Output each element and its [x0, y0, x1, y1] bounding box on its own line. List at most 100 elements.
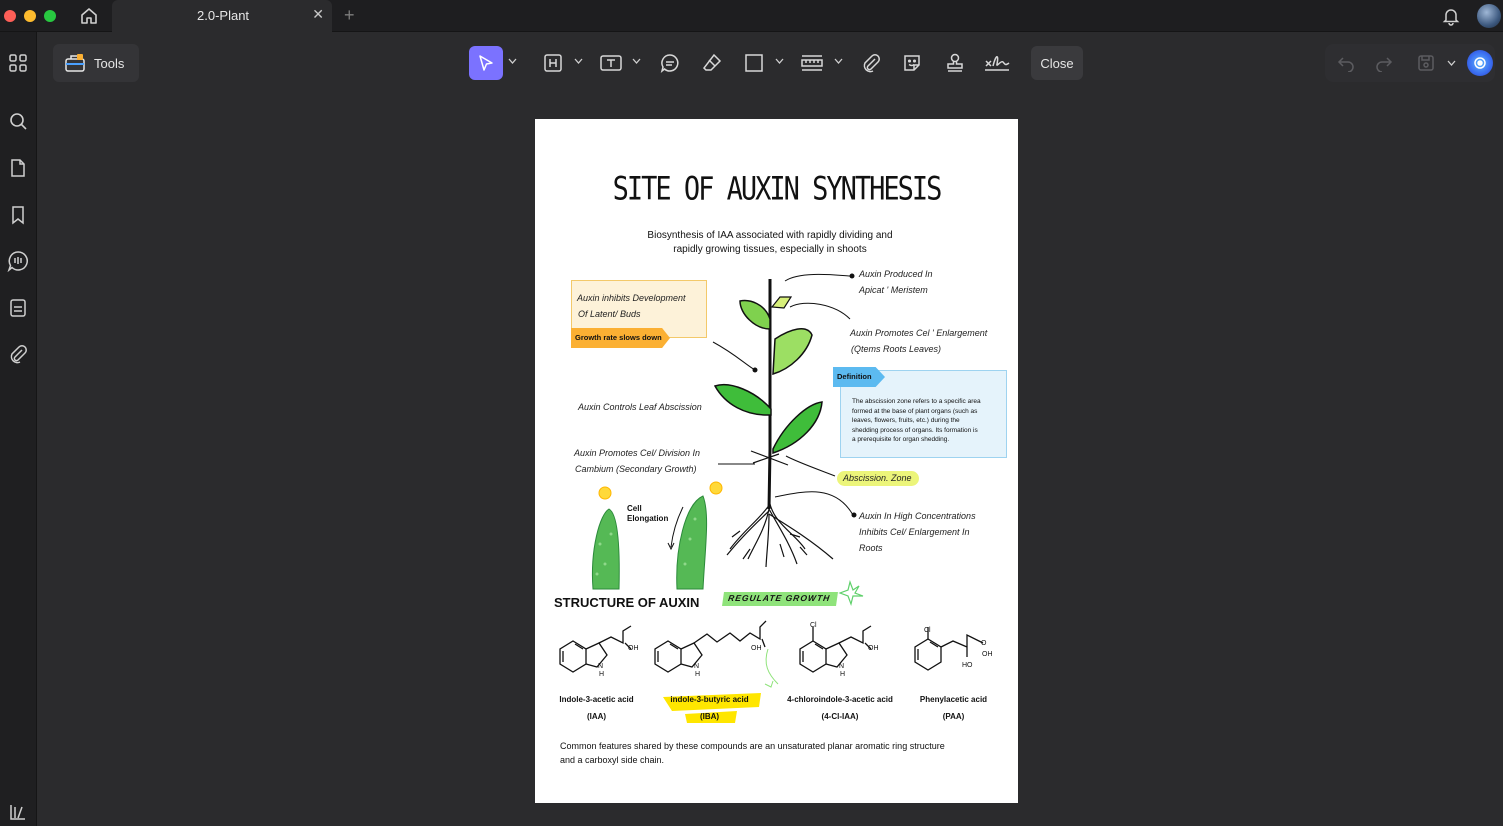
compound-abbr-paa: (PAA) — [942, 712, 965, 721]
chem-label-h-3: H — [840, 671, 846, 678]
select-tool-button[interactable] — [469, 46, 503, 80]
stamp-tool-button[interactable] — [938, 46, 972, 80]
heading-caret-icon[interactable] — [573, 56, 583, 66]
tools-button[interactable]: Tools — [53, 44, 139, 82]
home-icon[interactable] — [79, 6, 99, 26]
eraser-icon — [701, 52, 723, 74]
avatar[interactable] — [1477, 4, 1501, 28]
compound-name-iaa: Indole-3-acetic acid — [559, 695, 634, 704]
chem-label-cl-1: Cl — [810, 622, 817, 629]
measure-caret-icon[interactable] — [833, 56, 843, 66]
comment-icon — [659, 52, 681, 74]
signature-tool-button[interactable] — [980, 46, 1014, 80]
footer-line-2: and a carboxyl side chain. — [560, 755, 665, 765]
ai-assistant-icon[interactable] — [1467, 50, 1493, 76]
rectangle-tool-button[interactable] — [737, 46, 771, 80]
definition-tag-label: Definition — [837, 372, 872, 381]
chem-label-h-2: H — [695, 671, 701, 678]
paperclip-icon — [861, 53, 881, 73]
rectangle-caret-icon[interactable] — [774, 56, 784, 66]
measure-icon — [800, 53, 824, 73]
toolbox-icon — [65, 54, 85, 72]
comment-tool-button[interactable] — [653, 46, 687, 80]
cambium-label-1: Auxin Promotes Cel/ Division In — [574, 448, 701, 458]
chem-label-n-1: N — [598, 663, 604, 670]
undo-icon[interactable] — [1337, 54, 1355, 72]
paperclip-tool-button[interactable] — [854, 46, 888, 80]
form-icon[interactable] — [7, 297, 29, 319]
high-conc-label-1: Auxin In High Concentrations — [859, 511, 976, 521]
apps-grid-icon[interactable] — [7, 52, 29, 74]
chem-label-h-1: H — [599, 671, 605, 678]
heading-tool-button[interactable] — [536, 46, 570, 80]
definition-line-3: leaves, flowers, fruits, etc.) during th… — [852, 417, 960, 424]
produced-label-1: Auxin Produced In — [859, 269, 933, 279]
minimize-window-button[interactable] — [24, 10, 36, 22]
main-toolbar: Tools Close — [37, 32, 1503, 92]
compound-abbr-iaa: (IAA) — [586, 712, 607, 721]
compound-abbr-iba: (IBA) — [699, 712, 720, 721]
tab-title: 2.0-Plant — [197, 8, 250, 23]
zoom-window-button[interactable] — [44, 10, 56, 22]
chem-label-oh-3: OH — [868, 645, 879, 652]
definition-tag: Definition — [833, 367, 885, 387]
select-caret-icon[interactable] — [507, 56, 517, 66]
bell-icon[interactable] — [1441, 6, 1461, 26]
stamp-icon — [944, 52, 966, 74]
chem-label-ho: HO — [962, 662, 973, 669]
bookmark-icon[interactable] — [7, 204, 29, 226]
definition-line-1: The abscission zone refers to a specific… — [852, 398, 981, 405]
text-box-icon — [599, 53, 623, 73]
compound-abbr-4cl-iaa: (4-Cl-IAA) — [821, 712, 859, 721]
cell-label-1: Cell — [627, 504, 642, 513]
cambium-label-2: Cambium (Secondary Growth) — [575, 464, 697, 474]
close-window-button[interactable] — [4, 10, 16, 22]
definition-line-2: formed at the base of plant organs (such… — [852, 407, 978, 415]
title-bar: 2.0-Plant ✕ + — [0, 0, 1503, 32]
chem-label-oh-1: OH — [628, 645, 639, 652]
compound-name-iba: indole-3-butyric acid — [670, 695, 749, 704]
abscission-control-label: Auxin Controls Leaf Abscission — [578, 402, 702, 412]
pdf-page[interactable]: SITE OF AUXIN SYNTHESIS Biosynthesis of … — [535, 119, 1018, 803]
tools-label: Tools — [94, 55, 125, 71]
page-icon[interactable] — [7, 157, 29, 179]
eraser-tool-button[interactable] — [695, 46, 729, 80]
promotes-label-2: (Qtems Roots Leaves) — [851, 344, 942, 354]
chem-label-oh-2: OH — [751, 645, 762, 652]
close-tools-button[interactable]: Close — [1031, 46, 1083, 80]
chem-label-n-3: N — [839, 663, 845, 670]
compound-name-paa: Phenylacetic acid — [919, 695, 988, 704]
footer-line-1: Common features shared by these compound… — [560, 741, 945, 751]
text-box-caret-icon[interactable] — [631, 56, 641, 66]
chem-label-oh-4: OH — [982, 651, 993, 658]
chemical-structures — [559, 620, 984, 673]
regulate-growth-label: REGULATE GROWTH — [727, 593, 832, 603]
document-tab[interactable]: 2.0-Plant ✕ — [112, 0, 332, 32]
save-icon[interactable] — [1417, 54, 1435, 72]
redo-icon[interactable] — [1375, 54, 1393, 72]
high-conc-label-2: Inhibits Cel/ Enlargement In — [859, 527, 970, 537]
sticker-tool-button[interactable] — [895, 46, 929, 80]
history-group — [1325, 44, 1495, 82]
regulate-growth-tag: REGULATE GROWTH — [722, 592, 838, 606]
rectangle-icon — [744, 53, 764, 73]
definition-line-5: a prerequisite for organ shedding. — [852, 436, 950, 443]
promotes-label-1: Auxin Promotes Cel ' Enlargement — [850, 328, 988, 338]
produced-label-2: Apicat ' Meristem — [859, 285, 928, 295]
compound-name-4cl-iaa: 4-chloroindole-3-acetic acid — [787, 695, 893, 704]
new-tab-button[interactable]: + — [344, 5, 355, 26]
structure-title: STRUCTURE OF AUXIN — [554, 595, 700, 610]
search-icon[interactable] — [7, 110, 29, 132]
signature-icon — [983, 52, 1011, 74]
chem-label-cl-2: Cl — [924, 627, 931, 634]
left-sidebar — [0, 32, 37, 826]
measure-tool-button[interactable] — [795, 46, 829, 80]
text-box-tool-button[interactable] — [594, 46, 628, 80]
library-icon[interactable] — [7, 801, 29, 823]
cell-label-2: Elongation — [627, 514, 669, 523]
tab-close-icon[interactable]: ✕ — [312, 6, 324, 23]
abscission-zone-tag: Abscission. Zone — [837, 471, 919, 486]
save-caret-icon[interactable] — [1447, 60, 1456, 66]
attachment-icon[interactable] — [7, 343, 29, 365]
comment-list-icon[interactable] — [7, 250, 29, 272]
